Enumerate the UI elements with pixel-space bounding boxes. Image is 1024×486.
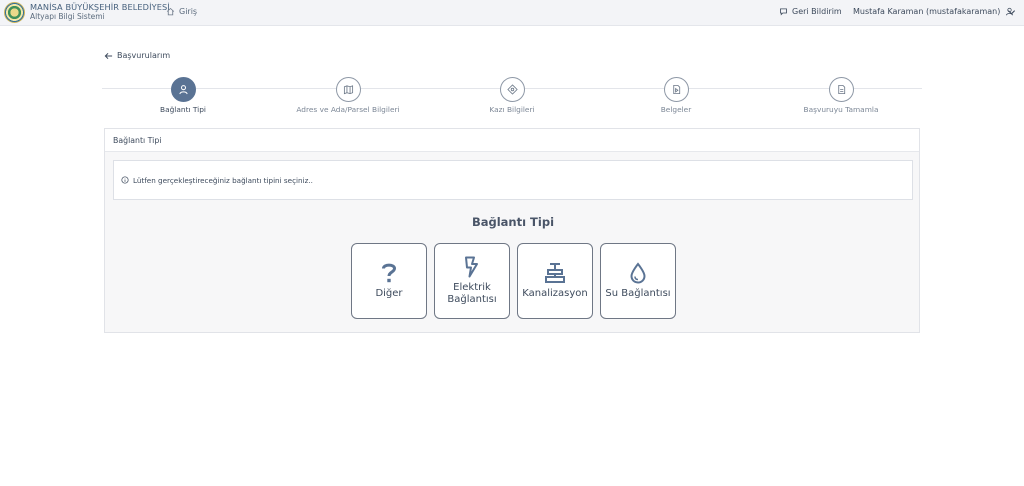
org-name: MANİSA BÜYÜKŞEHİR BELEDİYESİ: [30, 2, 170, 12]
lightning-icon: [465, 256, 478, 278]
step-label: Başvuruyu Tamamla: [803, 105, 879, 114]
home-icon: [166, 7, 175, 16]
option-label: Kanalizasyon: [522, 288, 588, 299]
pipe-icon: [545, 263, 565, 283]
connection-type-options: Diğer Elektrik Bağlantısı Kanalizasyon S…: [351, 243, 676, 319]
step-belgeler[interactable]: Belgeler: [606, 77, 746, 114]
user-icon: [178, 85, 188, 95]
compass-icon: [506, 84, 518, 95]
chevron-down-icon[interactable]: [1007, 8, 1016, 16]
back-label: Başvurularım: [117, 51, 171, 60]
map-icon: [343, 85, 353, 95]
municipality-logo: [4, 2, 25, 23]
panel-title: Bağlantı Tipi: [105, 129, 919, 152]
step-adres[interactable]: Adres ve Ada/Parsel Bilgileri: [278, 77, 418, 114]
water-drop-icon: [630, 262, 646, 284]
user-label: Mustafa Karaman (mustafakaraman): [853, 7, 1001, 16]
home-label: Giriş: [179, 7, 198, 16]
step-circle: [170, 77, 196, 102]
step-baglanti-tipi[interactable]: Bağlantı Tipi: [113, 77, 253, 114]
step-label: Bağlantı Tipi: [160, 105, 206, 114]
step-circle: [663, 77, 689, 102]
arrow-left-icon: [104, 52, 113, 59]
chat-icon: [780, 8, 787, 16]
option-label-line2: Bağlantısı: [447, 294, 497, 305]
connection-type-panel: Bağlantı Tipi Lütfen gerçekleştireceğini…: [104, 128, 920, 333]
home-link[interactable]: Giriş: [166, 7, 197, 16]
step-circle: [335, 77, 361, 102]
feedback-label: Geri Bildirim: [792, 7, 842, 16]
document-icon: [837, 84, 845, 95]
info-icon: [121, 176, 129, 184]
step-kazi[interactable]: Kazı Bilgileri: [442, 77, 582, 114]
option-label: Su Bağlantısı: [605, 288, 671, 299]
top-bar: MANİSA BÜYÜKŞEHİR BELEDİYESİ Altyapı Bil…: [0, 0, 1024, 26]
step-circle: [499, 77, 525, 102]
system-name: Altyapı Bilgi Sistemi: [30, 12, 105, 21]
user-menu[interactable]: Mustafa Karaman (mustafakaraman): [853, 7, 1014, 16]
back-link[interactable]: Başvurularım: [104, 51, 170, 60]
question-icon: [382, 263, 397, 283]
option-diger[interactable]: Diğer: [351, 243, 427, 319]
section-title: Bağlantı Tipi: [471, 215, 555, 229]
option-label: Diğer: [375, 288, 403, 299]
option-label-line1: Elektrik: [453, 282, 491, 293]
step-circle: [828, 77, 854, 102]
step-label: Adres ve Ada/Parsel Bilgileri: [296, 105, 400, 114]
feedback-button[interactable]: Geri Bildirim: [779, 7, 842, 16]
step-label: Kazı Bilgileri: [489, 105, 535, 114]
option-su[interactable]: Su Bağlantısı: [600, 243, 676, 319]
option-label: Elektrik Bağlantısı: [447, 282, 496, 306]
step-tamamla[interactable]: Başvuruyu Tamamla: [771, 77, 911, 114]
step-label: Belgeler: [660, 105, 692, 114]
document-play-icon: [672, 84, 680, 95]
info-message: Lütfen gerçekleştireceğiniz bağlantı tip…: [113, 160, 913, 200]
option-kanalizasyon[interactable]: Kanalizasyon: [517, 243, 593, 319]
info-text: Lütfen gerçekleştireceğiniz bağlantı tip…: [133, 175, 313, 185]
option-elektrik[interactable]: Elektrik Bağlantısı: [434, 243, 510, 319]
